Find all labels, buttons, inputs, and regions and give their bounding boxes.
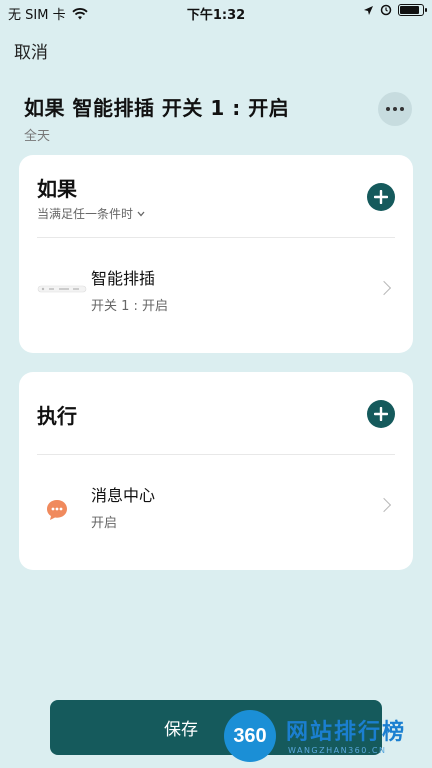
do-heading: 执行 [37, 404, 77, 428]
action-item[interactable]: 消息中心 开启 [19, 474, 413, 544]
cancel-button[interactable]: 取消 [14, 38, 48, 63]
divider [37, 454, 395, 455]
status-right [363, 4, 427, 16]
divider [37, 237, 395, 238]
if-card: 如果 当满足任一条件时 智能排插 开关 1 : 开启 [19, 155, 413, 353]
message-icon [47, 500, 67, 520]
battery-fill [400, 6, 419, 14]
do-card: 执行 消息中心 开启 [19, 372, 413, 570]
plus-icon [374, 407, 388, 421]
rule-time-range: 全天 [24, 129, 51, 144]
chevron-right-icon [376, 497, 392, 513]
smart-plug-image [37, 285, 87, 293]
watermark-url: WANGZHAN360.CN [288, 746, 387, 755]
watermark-logo: 360 网站排行榜 WANGZHAN360.CN [220, 706, 432, 768]
add-condition-button[interactable] [367, 183, 395, 211]
action-state: 开启 [91, 516, 118, 531]
plus-icon [374, 190, 388, 204]
location-arrow-icon [364, 5, 373, 15]
rule-title: 如果 智能排插 开关 1 : 开启 [24, 96, 290, 120]
if-heading: 如果 [37, 177, 77, 201]
device-name: 智能排插 [91, 269, 156, 288]
watermark-text: 网站排行榜 [286, 720, 407, 745]
more-dot-icon [400, 107, 404, 111]
chevron-right-icon [376, 280, 392, 296]
add-action-button[interactable] [367, 400, 395, 428]
action-name: 消息中心 [91, 486, 156, 505]
watermark-badge: 360 [224, 710, 276, 762]
battery-icon [398, 4, 427, 16]
more-dot-icon [386, 107, 390, 111]
save-label: 保存 [164, 720, 198, 740]
status-bar: 无 SIM 卡 下午1:32 [0, 0, 432, 24]
device-state: 开关 1 : 开启 [91, 299, 169, 314]
condition-label: 当满足任一条件时 [37, 207, 134, 221]
more-options-button[interactable] [378, 92, 412, 126]
condition-item[interactable]: 智能排插 开关 1 : 开启 [19, 257, 413, 327]
chevron-down-icon [137, 211, 145, 216]
condition-selector[interactable]: 当满足任一条件时 [37, 205, 145, 222]
alarm-icon [380, 4, 392, 16]
more-dot-icon [393, 107, 397, 111]
